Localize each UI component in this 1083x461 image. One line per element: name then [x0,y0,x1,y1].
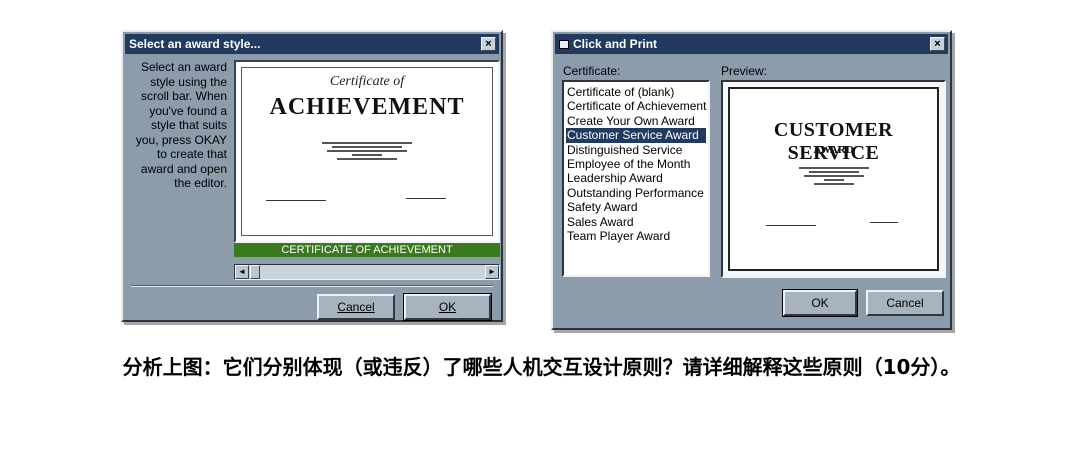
certificate-label: Certificate: [563,64,621,78]
window-title: Click and Print [573,37,658,51]
list-item[interactable]: Customer Service Award [566,128,706,143]
question-text: 分析上图：它们分别体现（或违反）了哪些人机交互设计原则？请详细解释这些原则（10… [122,355,961,379]
ok-button[interactable]: OK [782,289,858,317]
preview-label: Preview: [721,64,768,78]
divider [131,285,493,287]
ok-label: OK [438,300,457,314]
title-bar: Click and Print × [555,34,948,54]
list-item[interactable]: Team Player Award [566,229,706,243]
cancel-label: Cancel [886,296,924,310]
signature-line-left [766,225,816,226]
certificate-listbox[interactable]: Certificate of (blank) Certificate of Ach… [562,80,710,277]
list-item[interactable]: Distinguished Service [566,143,706,157]
cancel-button[interactable]: Cancel [866,290,944,316]
list-item[interactable]: Certificate of (blank) [566,85,706,99]
scroll-right-icon[interactable]: ► [485,265,499,279]
style-scrollbar[interactable]: ◄ ► [234,264,500,280]
list-item[interactable]: Leadership Award [566,171,706,185]
app-icon [559,40,569,49]
list-item[interactable]: Certificate of Achievement [566,99,706,113]
click-and-print-dialog: Click and Print × Certificate: Preview: … [551,30,952,330]
certificate-script-title: Certificate of [329,74,405,89]
list-item[interactable]: Safety Award [566,200,706,214]
certificate-heading: ACHIEVEMENT [269,94,465,120]
certificate-preview: CUSTOMER SERVICE AWARD [721,80,946,278]
instructions-text: Select an award style using the scroll b… [135,60,227,190]
window-title: Select an award style... [129,37,261,51]
signature-line-right [870,222,898,223]
certificate-body-lines [730,165,937,187]
title-bar: Select an award style... × [125,34,499,54]
certificate-body-lines [236,140,498,162]
signature-line-left [266,200,326,201]
cancel-button[interactable]: Cancel [317,294,395,320]
list-item[interactable]: Outstanding Performance [566,186,706,200]
scroll-left-icon[interactable]: ◄ [235,265,249,279]
scroll-thumb[interactable] [250,265,260,279]
list-item[interactable]: Sales Award [566,215,706,229]
list-item[interactable]: Create Your Own Award [566,114,706,128]
certificate-preview: Certificate of ACHIEVEMENT [234,60,500,243]
certificate-heading: CUSTOMER SERVICE [773,119,894,164]
ok-button[interactable]: OK [403,293,492,321]
cancel-label: Cancel [337,300,375,314]
certificate-frame: CUSTOMER SERVICE AWARD [728,87,939,271]
ok-label: OK [811,296,829,310]
award-style-dialog: Select an award style... × Select an awa… [121,30,503,322]
list-item[interactable]: Employee of the Month [566,157,706,171]
close-icon[interactable]: × [930,37,945,51]
signature-line-right [406,198,446,199]
certificate-subheading: AWARD [813,144,854,156]
close-icon[interactable]: × [481,37,496,51]
style-caption-bar: CERTIFICATE OF ACHIEVEMENT [234,243,500,257]
